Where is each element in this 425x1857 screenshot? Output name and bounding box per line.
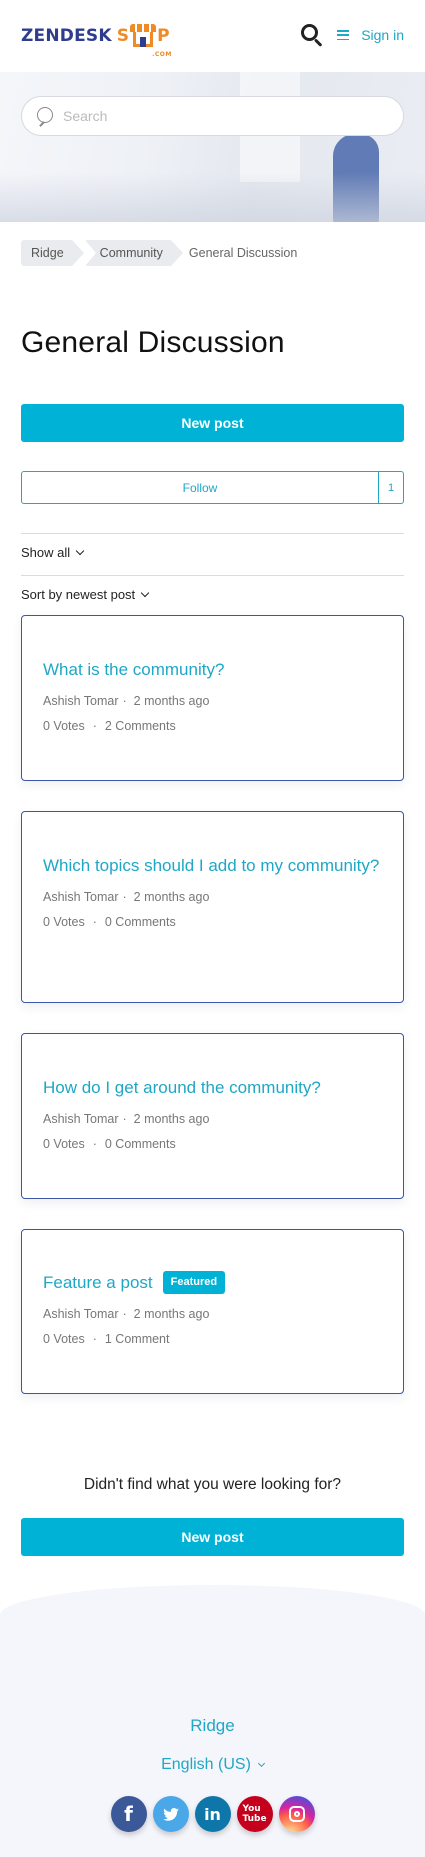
language-label: English (US) [161, 1756, 251, 1773]
twitter-icon[interactable] [152, 1796, 189, 1832]
post-card[interactable]: Feature a post Featured Ashish Tomar · 2 m… [21, 1229, 404, 1394]
divider [21, 533, 404, 534]
post-votes: 0 Votes [43, 1332, 85, 1346]
post-comments: 2 Comments [104, 719, 176, 733]
linkedin-icon[interactable]: in [194, 1796, 231, 1832]
site-header: ZENDESK S P .COM Sign in [0, 0, 425, 72]
hero-banner [0, 72, 425, 222]
youtube-icon[interactable]: You Tube [236, 1796, 273, 1832]
help-text: Didn't find what you were looking for? [83, 1476, 342, 1493]
footer-brand-link[interactable]: Ridge [0, 1716, 425, 1736]
search-bar[interactable] [21, 96, 404, 136]
search-icon[interactable] [301, 24, 323, 47]
divider [21, 575, 404, 576]
logo-com: .COM [152, 51, 172, 58]
post-meta: Ashish Tomar · 2 months ago [43, 694, 210, 708]
post-meta: Ashish Tomar · 2 months ago [43, 1307, 210, 1321]
post-time: 2 months ago [133, 890, 210, 904]
post-title-row: Feature a post Featured [43, 1269, 382, 1296]
post-title[interactable]: How do I get around the community? [43, 1074, 382, 1101]
post-time: 2 months ago [133, 694, 210, 708]
post-meta: Ashish Tomar · 2 months ago [43, 890, 210, 904]
chevron-down-icon [140, 588, 150, 598]
logo-letter-s: S [116, 26, 130, 46]
show-filter-dropdown[interactable]: Show all [21, 545, 85, 560]
language-selector[interactable]: English (US) [0, 1756, 425, 1774]
post-comments: 1 Comment [104, 1332, 170, 1346]
post-card[interactable]: Which topics should I add to my communit… [21, 811, 404, 1003]
post-votes: 0 Votes [43, 1137, 85, 1151]
page-title: General Discussion [21, 326, 285, 359]
post-title[interactable]: Which topics should I add to my communit… [43, 852, 382, 879]
featured-badge: Featured [162, 1271, 226, 1294]
post-stats: 0 Votes · 0 Comments [43, 915, 176, 929]
follow-button[interactable]: Follow 1 [21, 471, 404, 504]
search-input[interactable] [63, 108, 363, 124]
new-post-button[interactable]: New post [21, 404, 404, 442]
post-card[interactable]: What is the community? Ashish Tomar · 2 mo… [21, 615, 404, 781]
menu-icon[interactable] [337, 30, 350, 40]
post-stats: 0 Votes · 1 Comment [43, 1332, 170, 1346]
search-icon [36, 107, 54, 127]
header-actions: Sign in [301, 24, 404, 47]
post-comments: 0 Comments [104, 1137, 176, 1151]
post-time: 2 months ago [133, 1112, 210, 1126]
breadcrumb-item-ridge[interactable]: Ridge [21, 240, 84, 266]
post-meta: Ashish Tomar · 2 months ago [43, 1112, 210, 1126]
breadcrumb: Ridge Community General Discussion [21, 240, 297, 266]
post-votes: 0 Votes [43, 719, 85, 733]
site-logo[interactable]: ZENDESK S P .COM [21, 24, 171, 58]
post-author: Ashish Tomar [43, 1307, 119, 1321]
post-title[interactable]: What is the community? [43, 656, 382, 683]
post-votes: 0 Votes [43, 915, 85, 929]
sort-dropdown[interactable]: Sort by newest post [21, 587, 150, 602]
facebook-icon[interactable]: f [110, 1796, 147, 1832]
show-filter-label: Show all [21, 545, 71, 560]
social-links: f in You Tube [0, 1796, 425, 1832]
breadcrumb-current: General Discussion [188, 246, 298, 260]
chevron-down-icon [75, 546, 85, 556]
instagram-icon[interactable] [278, 1796, 315, 1832]
post-author: Ashish Tomar [43, 890, 119, 904]
logo-shop: S P .COM [116, 24, 171, 58]
chevron-down-icon [257, 1759, 265, 1768]
post-card[interactable]: How do I get around the community? Ashis… [21, 1033, 404, 1199]
post-author: Ashish Tomar [43, 1112, 119, 1126]
sign-in-link[interactable]: Sign in [361, 27, 404, 43]
post-comments: 0 Comments [104, 915, 176, 929]
logo-text: ZENDESK [21, 26, 112, 46]
post-time: 2 months ago [133, 1307, 210, 1321]
post-title[interactable]: Feature a post [43, 1269, 153, 1296]
sort-label: Sort by newest post [21, 587, 136, 602]
new-post-button[interactable]: New post [21, 1518, 404, 1556]
post-stats: 0 Votes · 2 Comments [43, 719, 176, 733]
follow-label[interactable]: Follow [22, 472, 379, 503]
store-icon [130, 24, 157, 48]
follower-count: 1 [387, 481, 395, 494]
post-stats: 0 Votes · 0 Comments [43, 1137, 176, 1151]
breadcrumb-item-community[interactable]: Community [84, 240, 184, 266]
logo-letter-p: P [157, 26, 170, 46]
post-author: Ashish Tomar [43, 694, 119, 708]
